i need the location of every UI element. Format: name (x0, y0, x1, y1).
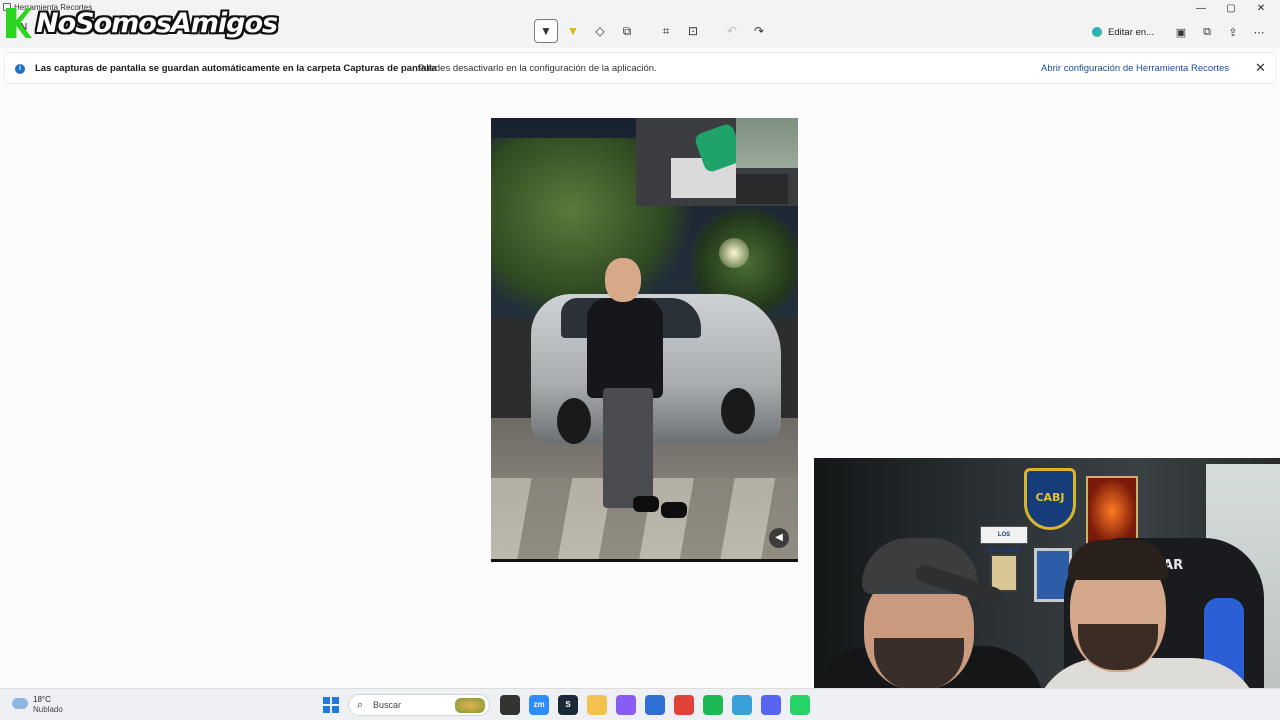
shapes-icon[interactable]: ⧉ (615, 19, 639, 43)
save-icon[interactable]: ▣ (1168, 26, 1194, 39)
weather-description[interactable]: Nublado (33, 705, 63, 714)
window-controls: — ▢ ✕ (1186, 0, 1276, 18)
info-submessage: Puedes desactivarlo en la configuración … (418, 63, 657, 74)
paint-app-icon (1092, 27, 1103, 37)
more-icon[interactable]: ⋯ (1246, 26, 1272, 39)
search-icon: ⌕ (357, 699, 364, 711)
edit-in-label: Editar en... (1108, 26, 1154, 38)
redo-icon[interactable]: ↷ (747, 19, 771, 43)
spotify-icon[interactable] (703, 695, 723, 715)
watermark-logo: NoSomosAmigos (6, 5, 278, 41)
info-close-icon[interactable]: ✕ (1255, 60, 1266, 76)
pen-icon[interactable]: ▼ (534, 19, 558, 43)
start-button[interactable] (323, 697, 339, 713)
edit-in-button[interactable]: Editar en... (1092, 27, 1154, 38)
markup-toolbar: ▼ ▼ ◇ ⧉ ⌗ ⊡ ↶ ↷ (534, 19, 774, 43)
watermark-k-icon (6, 8, 32, 38)
folder-icon[interactable] (587, 695, 607, 715)
eraser-icon[interactable]: ◇ (588, 19, 612, 43)
close-button[interactable]: ✕ (1246, 0, 1276, 18)
minimize-button[interactable]: — (1186, 0, 1216, 18)
crop-icon[interactable]: ⌗ (654, 19, 678, 43)
discord-icon[interactable] (761, 695, 781, 715)
share-icon[interactable]: ⇪ (1220, 26, 1246, 39)
captured-screenshot-image: ◀ (491, 118, 798, 562)
info-bar: i Las capturas de pantalla se guardan au… (4, 52, 1276, 84)
info-message: Las capturas de pantalla se guardan auto… (35, 63, 437, 74)
mute-icon: ◀ (769, 528, 789, 548)
text-actions-icon[interactable]: ⊡ (681, 19, 705, 43)
info-icon: i (15, 64, 25, 74)
right-toolbar: Editar en... ▣ ⧉ ⇪ ⋯ (1092, 21, 1272, 43)
chrome-icon[interactable] (674, 695, 694, 715)
shield-emblem: CABJ (1024, 468, 1076, 530)
wall-plaque: LOS GIRASOLES (980, 526, 1028, 554)
store-icon[interactable] (645, 695, 665, 715)
title-bar: Herramienta Recortes N NoSomosAmigos ▼ ▼… (0, 0, 1280, 48)
highlighter-icon[interactable]: ▼ (561, 19, 585, 43)
taskbar-apps: zm S (500, 695, 819, 715)
steam-icon[interactable]: S (558, 695, 578, 715)
copy-icon[interactable]: ⧉ (1194, 26, 1220, 39)
photos-icon[interactable] (732, 695, 752, 715)
weather-temperature[interactable]: 18°C (33, 695, 51, 704)
maximize-button[interactable]: ▢ (1216, 0, 1246, 18)
zoom-icon[interactable]: zm (529, 695, 549, 715)
search-placeholder: Buscar (373, 700, 402, 710)
undo-icon[interactable]: ↶ (720, 19, 744, 43)
watermark-text: NoSomosAmigos (36, 7, 278, 39)
cloud-icon[interactable] (12, 698, 28, 709)
open-settings-link[interactable]: Abrir configuración de Herramienta Recor… (1041, 63, 1229, 74)
search-highlight-icon (455, 698, 485, 713)
file-icon[interactable] (500, 695, 520, 715)
taskbar-search[interactable]: ⌕ Buscar (348, 694, 490, 716)
whatsapp-icon[interactable] (790, 695, 810, 715)
copilot-icon[interactable] (616, 695, 636, 715)
webcam-overlay: CABJ LOS GIRASOLES ESDAR (814, 458, 1280, 720)
taskbar: 18°C Nublado ⌕ Buscar zm S (0, 688, 1280, 720)
